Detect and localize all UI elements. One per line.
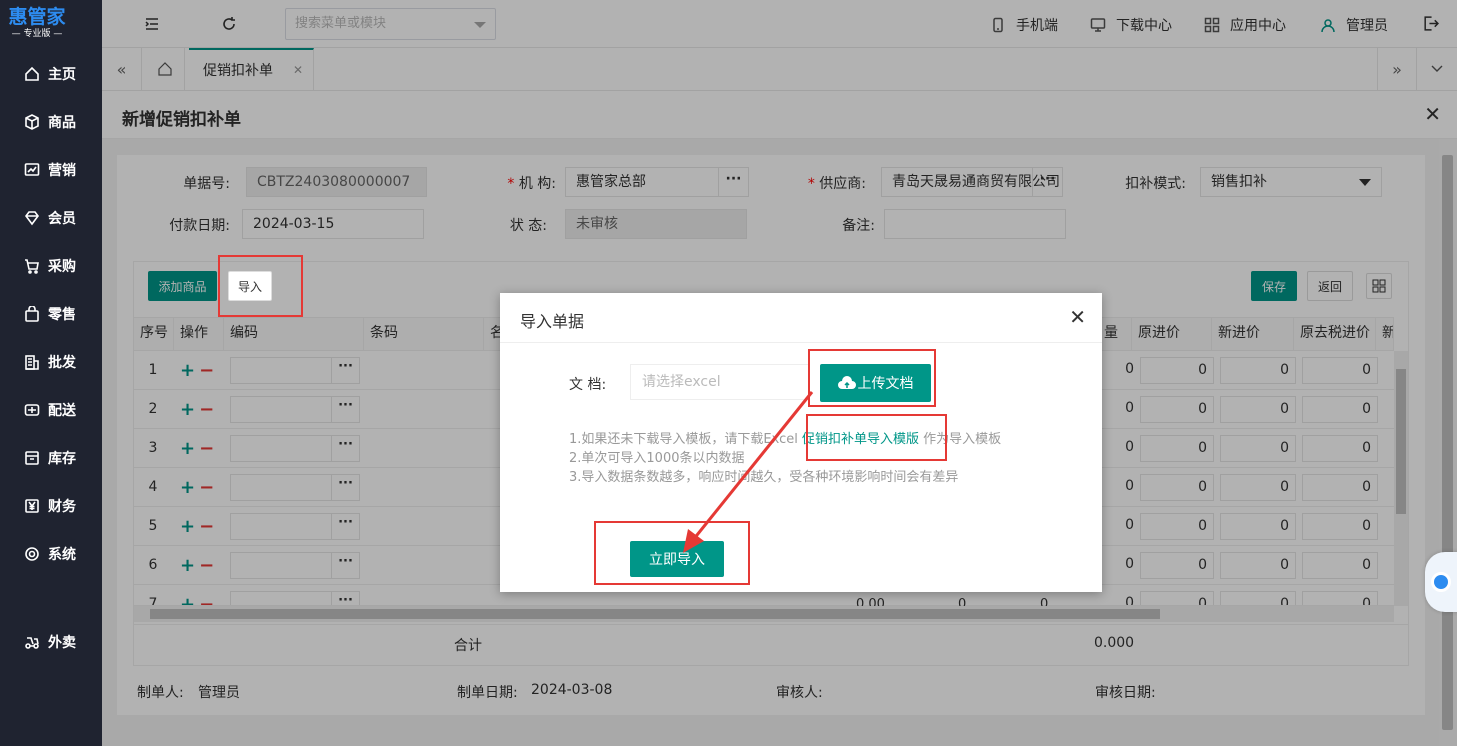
annotation-arrow	[683, 391, 814, 553]
arrow-line	[691, 391, 814, 541]
